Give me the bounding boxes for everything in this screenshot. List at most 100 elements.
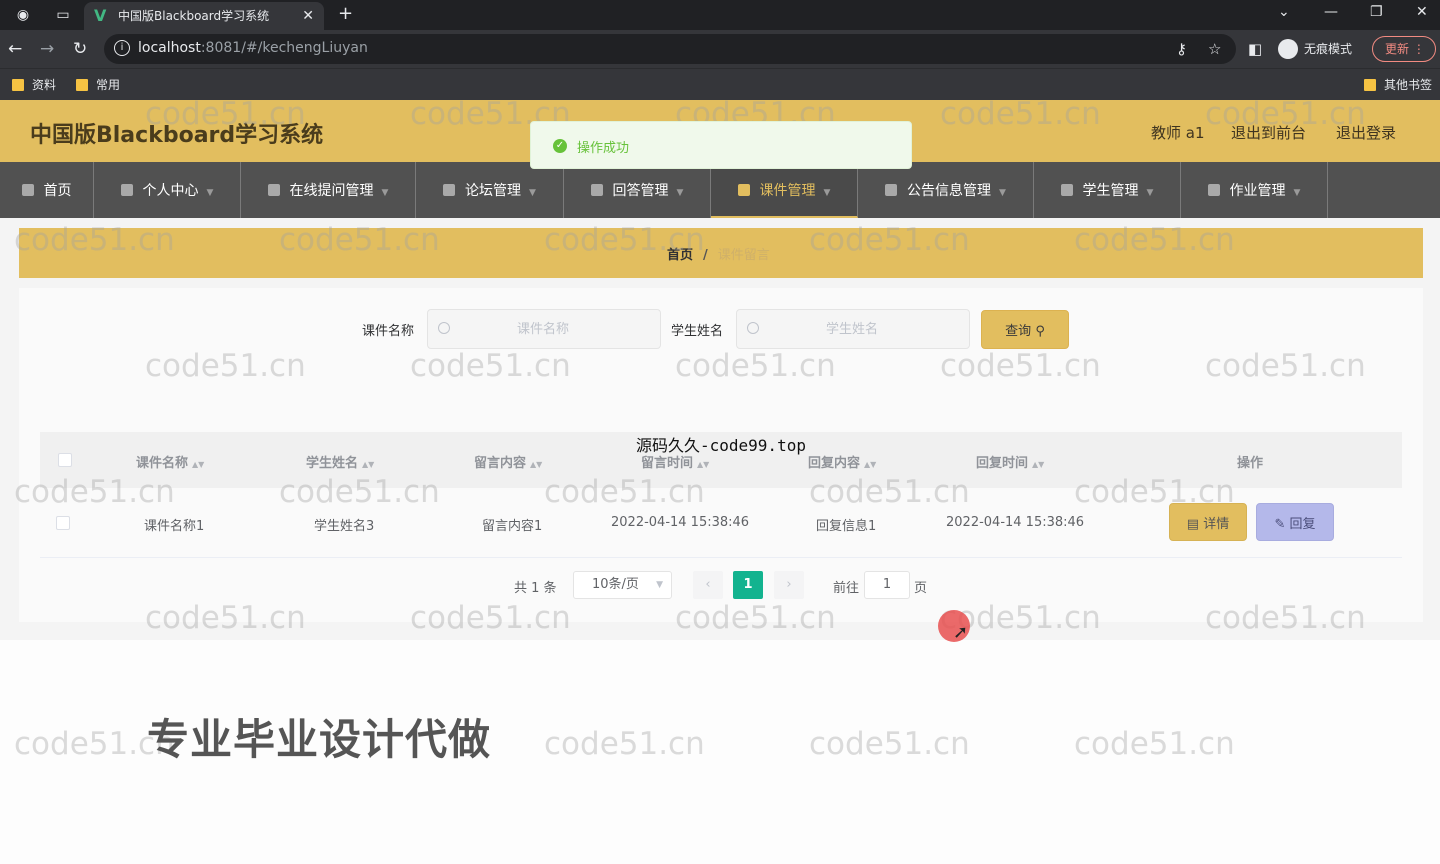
goto-page-input[interactable]: 1: [864, 571, 910, 599]
menu-item-students[interactable]: 学生管理 ▼: [1034, 162, 1181, 218]
page-size-select[interactable]: 10条/页 ▼: [573, 571, 672, 599]
cell-time: 2022-04-14 15:38:46: [611, 515, 750, 530]
menu-item-courseware[interactable]: 课件管理 ▼: [711, 162, 858, 218]
watermark: code51.cn: [1205, 96, 1366, 132]
url-omnibox[interactable]: i localhost:8081/#/kechengLiuyan ⚷ ☆: [104, 34, 1236, 64]
chevron-down-icon: ▼: [676, 188, 684, 198]
bookmark-label: 资料: [32, 78, 57, 92]
sort-icon[interactable]: ▲▼: [864, 460, 876, 469]
watermark: code51.cn: [544, 222, 705, 258]
sidebar-panel-icon[interactable]: ◧: [1248, 38, 1262, 60]
prev-page-button[interactable]: ‹: [693, 571, 723, 599]
reload-icon[interactable]: ↻: [73, 38, 87, 60]
course-name-input[interactable]: [458, 310, 628, 348]
tab-list-icon[interactable]: ⌄: [1278, 2, 1290, 22]
chevron-down-icon: ▼: [1146, 188, 1154, 198]
other-bookmarks[interactable]: 其他书签: [1364, 75, 1432, 95]
url-text: localhost:8081/#/kechengLiuyan: [138, 40, 368, 56]
message-icon: [590, 184, 603, 196]
sort-icon[interactable]: ▲▼: [697, 460, 709, 469]
edit-pen-icon: ✎: [1274, 516, 1286, 532]
forward-arrow-icon[interactable]: →: [40, 38, 54, 60]
menu-item-forum[interactable]: 论坛管理 ▼: [416, 162, 564, 218]
main-menu: 首页 个人中心 ▼ 在线提问管理 ▼ 论坛管理 ▼ 回答管理 ▼ 课件管理 ▼ 公告信息管…: [0, 162, 1440, 218]
restore-icon[interactable]: ❐: [1370, 2, 1383, 22]
select-all-checkbox[interactable]: [58, 453, 72, 467]
incognito-profile[interactable]: 无痕模式: [1278, 38, 1352, 60]
url-host: localhost: [138, 40, 201, 56]
reply-button[interactable]: ✎ 回复: [1256, 503, 1334, 541]
column-header[interactable]: 留言内容 ▲▼: [474, 452, 542, 471]
chevron-down-icon: ▼: [1293, 188, 1301, 198]
sort-icon[interactable]: ▲▼: [1032, 460, 1044, 469]
check-circle-icon: ✓: [553, 139, 567, 153]
menu-item-questions[interactable]: 在线提问管理 ▼: [241, 162, 416, 218]
browser-menu-icon[interactable]: ◉: [14, 6, 32, 24]
tab-close-icon[interactable]: ✕: [302, 2, 314, 30]
page-number-current[interactable]: 1: [733, 571, 763, 599]
watermark: code51.cn: [675, 348, 836, 384]
sort-icon[interactable]: ▲▼: [530, 460, 542, 469]
menu-item-answers[interactable]: 回答管理 ▼: [564, 162, 711, 218]
chevron-down-icon: ▼: [656, 580, 663, 590]
watermark: code51.cn: [940, 96, 1101, 132]
window-close-icon[interactable]: ✕: [1416, 2, 1428, 22]
ad-overlay-text: 专业毕业设计代做: [147, 715, 492, 764]
menu-label: 回答管理: [612, 183, 669, 199]
menu-item-notices[interactable]: 公告信息管理 ▼: [858, 162, 1034, 218]
key-icon[interactable]: ⚷: [1176, 40, 1187, 58]
detail-icon: ▤: [1186, 516, 1200, 532]
watermark: code51.cn: [809, 726, 970, 762]
chevron-down-icon: ▼: [999, 188, 1006, 198]
menu-item-homework[interactable]: 作业管理 ▼: [1181, 162, 1328, 218]
chevron-down-icon: ▼: [823, 188, 831, 198]
student-name-input[interactable]: [767, 310, 937, 348]
column-header[interactable]: 回复时间 ▲▼: [976, 452, 1044, 471]
menu-item-personal[interactable]: 个人中心 ▼: [94, 162, 241, 218]
row-checkbox[interactable]: [56, 516, 70, 530]
minimize-icon[interactable]: —: [1324, 2, 1338, 22]
folder-icon: [76, 79, 88, 91]
home-icon: [21, 184, 34, 196]
watermark: code51.cn: [809, 474, 970, 510]
profile-label: 无痕模式: [1304, 42, 1353, 56]
sort-icon[interactable]: ▲▼: [362, 460, 374, 469]
goto-prefix: 前往: [833, 581, 860, 596]
update-button[interactable]: 更新 ⋮: [1372, 36, 1436, 62]
chevron-down-icon: ▼: [529, 188, 536, 198]
watermark: code51.cn: [940, 348, 1101, 384]
grid-icon: [1207, 184, 1220, 196]
watermark: code51.cn: [410, 600, 571, 636]
bookmark-folder-ziliao[interactable]: 资料: [12, 75, 56, 95]
document-icon: [443, 184, 456, 196]
new-tab-icon[interactable]: +: [338, 2, 353, 26]
watermark: code51.cn: [14, 474, 175, 510]
watermark: code51.cn: [145, 600, 306, 636]
column-header[interactable]: 学生姓名 ▲▼: [306, 452, 374, 471]
cell-reply-time: 2022-04-14 15:38:46: [946, 515, 1085, 530]
menu-item-home[interactable]: 首页: [0, 162, 94, 218]
column-title: 回复时间: [976, 456, 1029, 471]
goto-suffix: 页: [914, 581, 928, 596]
tab-search-icon[interactable]: ▭: [54, 6, 72, 24]
update-label: 更新: [1385, 42, 1410, 56]
column-header[interactable]: 回复内容 ▲▼: [808, 452, 876, 471]
clock-icon: [1060, 184, 1073, 196]
column-header[interactable]: 课件名称 ▲▼: [136, 452, 204, 471]
detail-label: 详情: [1203, 516, 1230, 532]
query-button[interactable]: 查询 ⚲: [981, 310, 1069, 349]
bookmark-folder-changyong[interactable]: 常用: [76, 75, 120, 95]
site-info-icon[interactable]: i: [114, 40, 130, 56]
watermark: code51.cn: [145, 96, 306, 132]
query-label: 查询: [1005, 324, 1032, 339]
column-header-actions: 操作: [1237, 456, 1264, 471]
bookmark-star-icon[interactable]: ☆: [1208, 40, 1221, 58]
sort-icon[interactable]: ▲▼: [192, 460, 204, 469]
success-toast: ✓ 操作成功: [530, 121, 912, 169]
menu-label: 学生管理: [1082, 183, 1139, 199]
back-arrow-icon[interactable]: ←: [8, 38, 22, 60]
browser-tab[interactable]: V 中国版Blackboard学习系统 ✕: [84, 2, 324, 30]
incognito-icon: [1278, 39, 1298, 59]
watermark: code51.cn: [1074, 474, 1235, 510]
next-page-button[interactable]: ›: [774, 571, 804, 599]
